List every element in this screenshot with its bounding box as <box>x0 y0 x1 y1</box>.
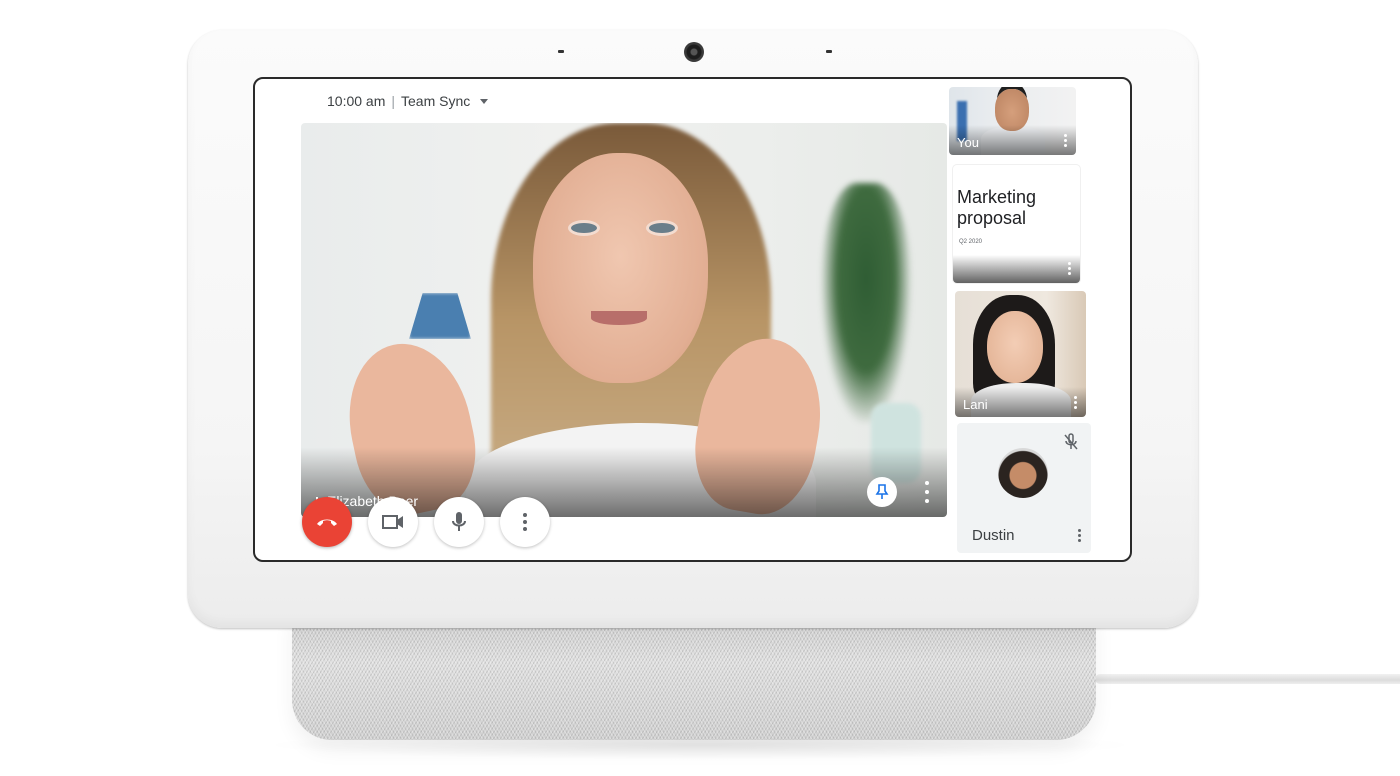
speaker-face <box>533 153 708 383</box>
call-header: 10:00 am | Team Sync <box>327 93 489 109</box>
more-vert-icon-dot <box>925 499 929 503</box>
tile-overlay <box>953 255 1080 283</box>
more-vert-icon-dot <box>1078 534 1081 537</box>
main-video-feed[interactable]: Elizabeth Baer <box>301 123 947 517</box>
chevron-down-icon[interactable] <box>480 98 489 104</box>
background-lamp <box>409 293 471 339</box>
avatar <box>998 448 1048 498</box>
more-vert-icon <box>925 481 929 485</box>
more-vert-icon-dot <box>1068 262 1071 265</box>
mic-icon <box>452 512 466 531</box>
more-vert-icon-dot <box>1064 139 1067 142</box>
participant-name: You <box>957 135 979 150</box>
phone-hangup-icon <box>317 519 337 526</box>
speaker-eye <box>571 223 597 233</box>
more-vert-icon <box>523 513 527 531</box>
presentation-tile[interactable]: Marketing proposal Q2 2020 <box>953 165 1080 283</box>
main-video-more-button[interactable] <box>923 481 931 503</box>
more-vert-icon-dot <box>925 490 929 494</box>
speaker-mouth <box>591 311 647 325</box>
participant-name: Lani <box>963 397 988 412</box>
more-vert-icon-dot <box>1074 401 1077 404</box>
more-vert-icon-dot <box>1064 134 1067 137</box>
more-vert-icon-dot <box>1068 267 1071 270</box>
more-vert-icon-dot <box>1068 272 1071 275</box>
participant-tile-dustin[interactable]: Dustin <box>957 423 1091 553</box>
end-call-button[interactable] <box>302 497 352 547</box>
ambient-sensor-left <box>558 50 564 53</box>
header-separator: | <box>391 93 396 109</box>
presentation-title: Marketing proposal <box>957 187 1037 228</box>
background-plant <box>821 183 911 423</box>
more-vert-icon-dot <box>1074 406 1077 409</box>
video-camera-icon <box>382 515 403 529</box>
participant-tile-lani[interactable]: Lani <box>955 291 1086 417</box>
screen: 10:00 am | Team Sync Elizabeth Baer You … <box>253 77 1132 562</box>
more-vert-icon-dot <box>1078 539 1081 542</box>
more-vert-icon-dot <box>1064 144 1067 147</box>
more-vert-icon[interactable] <box>1064 134 1067 147</box>
microphone-toggle-button[interactable] <box>434 497 484 547</box>
more-vert-icon-dot <box>523 520 527 524</box>
power-cable <box>1095 674 1400 684</box>
more-vert-icon[interactable] <box>1068 262 1071 275</box>
mic-off-icon <box>1064 433 1078 450</box>
camera-toggle-button[interactable] <box>368 497 418 547</box>
more-vert-icon-dot <box>523 513 527 517</box>
participant-face <box>987 311 1043 383</box>
speaker-base <box>292 610 1096 740</box>
presentation-subtitle: Q2 2020 <box>959 239 983 245</box>
speaker-eye <box>649 223 675 233</box>
more-vert-icon[interactable] <box>1074 396 1077 409</box>
ambient-sensor-right <box>826 50 832 53</box>
pin-icon <box>875 484 889 499</box>
front-camera <box>684 42 704 62</box>
meeting-title[interactable]: Team Sync <box>401 93 470 109</box>
more-options-button[interactable] <box>500 497 550 547</box>
more-vert-icon[interactable] <box>1078 529 1081 542</box>
more-vert-icon-dot <box>523 527 527 531</box>
more-vert-icon-dot <box>1074 396 1077 399</box>
more-vert-icon-dot <box>1078 529 1081 532</box>
participant-tile-you[interactable]: You <box>949 87 1076 155</box>
call-time: 10:00 am <box>327 93 386 109</box>
pin-button[interactable] <box>867 477 897 507</box>
participant-name: Dustin <box>972 527 1015 544</box>
